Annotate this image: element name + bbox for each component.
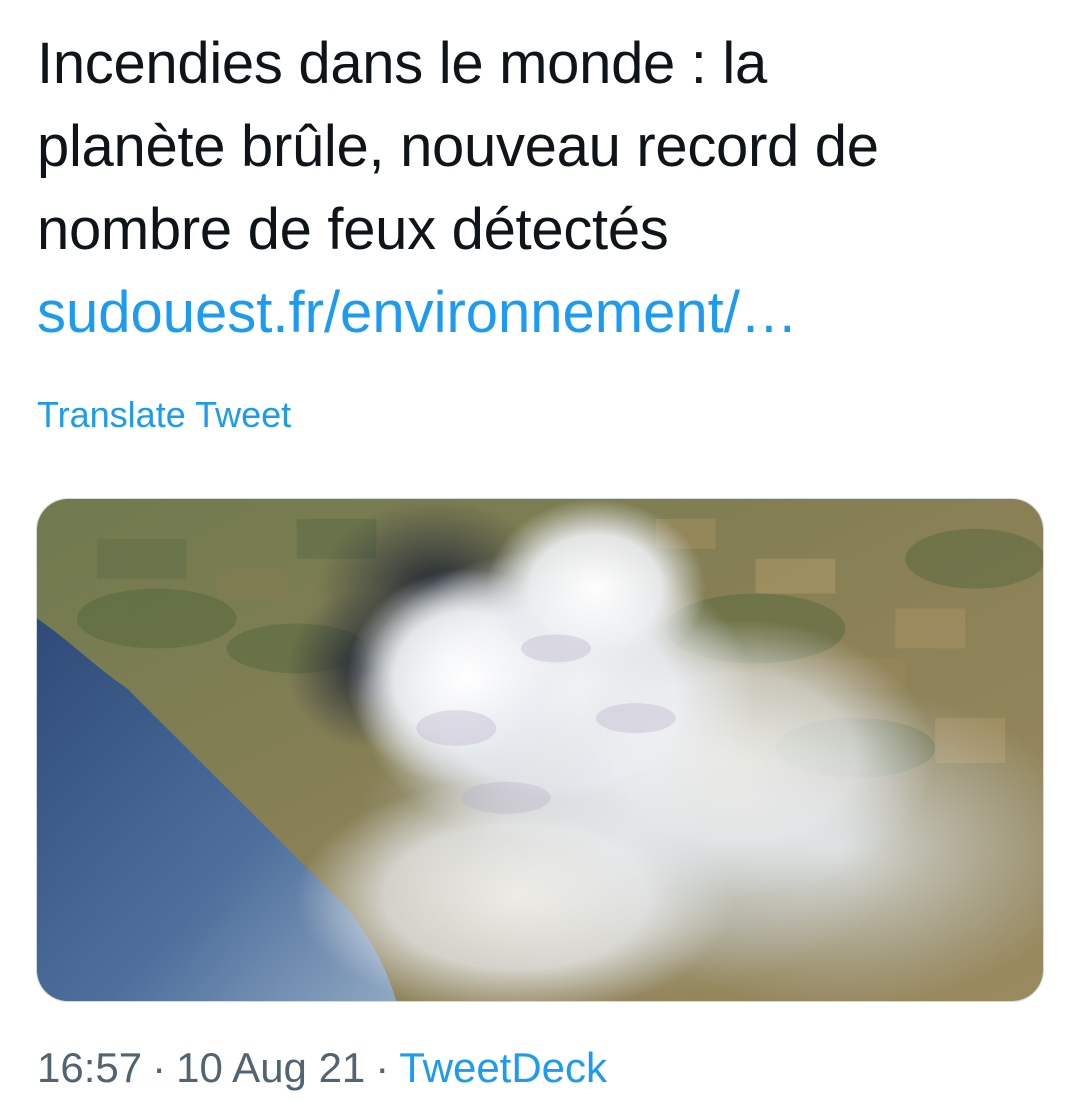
article-link[interactable]: sudouest.fr/environnement/… xyxy=(37,271,1043,354)
tweet-date[interactable]: 10 Aug 21 xyxy=(176,1044,365,1091)
tweet-text-line: nombre de feux détectés xyxy=(37,197,669,262)
tweet-media-image[interactable] xyxy=(36,498,1044,1002)
tweet-meta: 16:57 · 10 Aug 21 · TweetDeck xyxy=(37,1042,607,1094)
tweet-body: Incendies dans le monde : la planète brû… xyxy=(37,22,1043,354)
translate-tweet-link[interactable]: Translate Tweet xyxy=(37,393,291,437)
satellite-wildfire-image xyxy=(37,499,1043,1001)
tweet-source-link[interactable]: TweetDeck xyxy=(399,1044,607,1091)
tweet-text-line: planète brûle, nouveau record de xyxy=(37,114,879,179)
meta-separator: · xyxy=(375,1044,390,1091)
tweet-text-line: Incendies dans le monde : la xyxy=(37,31,767,96)
tweet-text: Incendies dans le monde : la planète brû… xyxy=(37,22,1043,271)
tweet-time[interactable]: 16:57 xyxy=(37,1044,142,1091)
meta-separator: · xyxy=(152,1044,167,1091)
